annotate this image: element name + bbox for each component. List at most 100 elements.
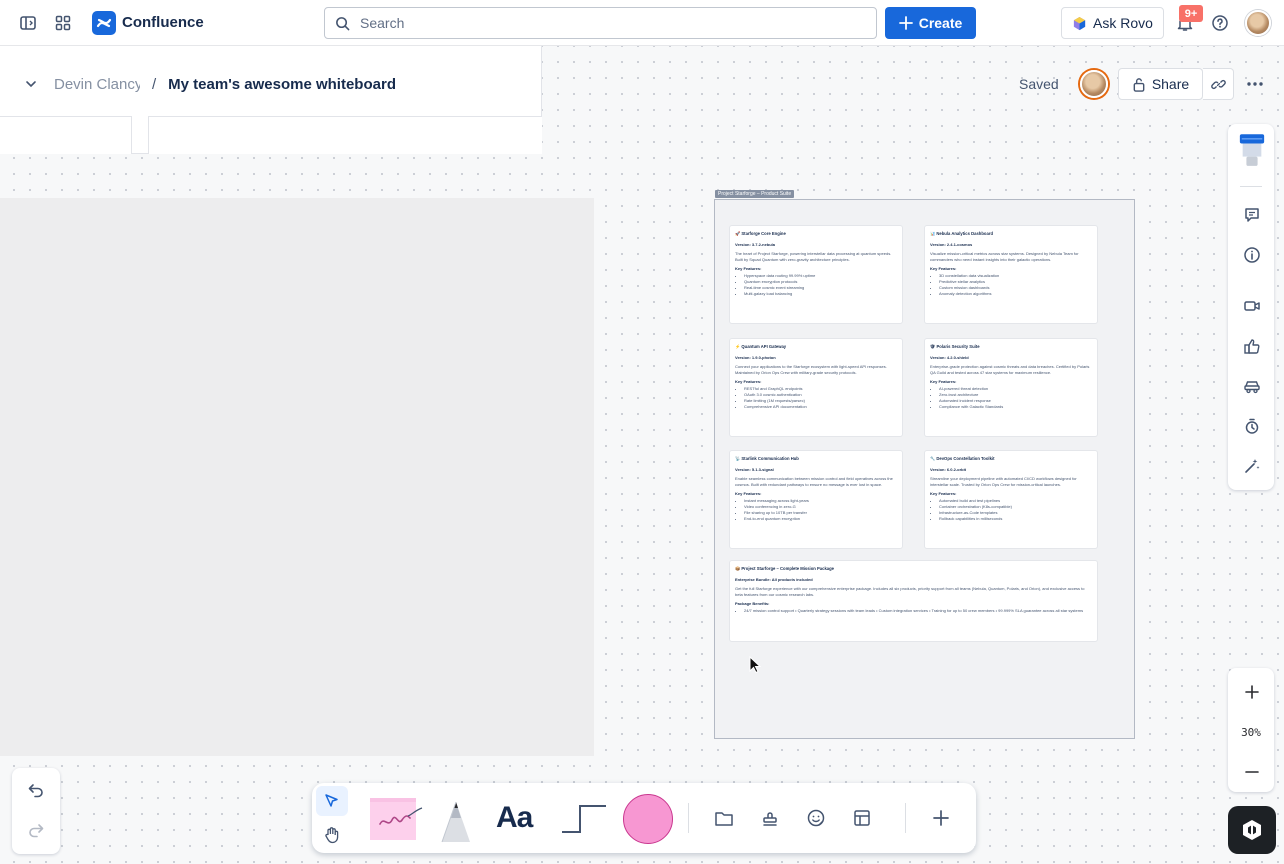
card-features-list: RESTful and GraphQL endpoints OAuth 3.0 … [735,386,897,410]
card-version: Version: 3.7.2-nebula [735,242,776,247]
ai-actions-button[interactable] [1238,452,1266,480]
chevron-down-icon[interactable] [24,77,38,91]
app-switcher-button[interactable] [48,8,78,38]
collaborator-avatar[interactable] [1080,70,1108,98]
list-item: Multi-galaxy load balancing [744,291,897,297]
list-item: 24/7 mission control support • Quarterly… [744,608,1092,614]
more-tools-button[interactable] [926,803,956,833]
frame-tool-button[interactable] [709,803,739,833]
card-title: 🚀 Starforge Core Engine [735,231,786,236]
frame-label[interactable]: Project Starforge – Product Suite [715,190,795,198]
lock-icon [1133,77,1145,92]
more-icon [1247,82,1263,86]
zoom-out-icon [1245,771,1259,773]
card-features-list: Automated build and test pipelines Conta… [930,498,1092,522]
zoom-out-button[interactable] [1238,758,1266,786]
pen-color-swatch[interactable] [1238,130,1266,172]
car-icon [1244,381,1260,394]
product-card[interactable]: 🔧 DevOps Constellation Toolkit Version: … [925,451,1097,548]
package-card[interactable]: 📦 Project Starforge – Complete Mission P… [730,561,1097,641]
connector-icon [562,805,606,833]
card-features-label: Key Features: [930,379,957,384]
sticker-tool-button[interactable] [801,803,831,833]
card-features-label: Key Features: [930,266,957,271]
select-tool-button[interactable] [316,786,348,816]
notification-count-badge: 9+ [1179,5,1203,22]
card-features-list: AI-powered threat detection Zero-trust a… [930,386,1092,410]
confluence-logo-icon[interactable] [92,11,116,35]
sticky-note-tool[interactable] [368,794,424,842]
ai-assistant-button[interactable] [1228,806,1276,854]
share-label: Share [1151,76,1190,92]
canvas-gray-shape[interactable] [0,198,594,756]
vote-button[interactable] [1238,332,1266,360]
search-icon [336,16,350,30]
breadcrumb-space-link[interactable]: Devin Clancy [54,76,140,93]
text-tool[interactable]: Aa [496,800,548,836]
undo-icon [28,784,43,798]
pen-tool[interactable] [432,796,480,844]
redo-icon [29,824,44,838]
list-item: Rollback capabilities in milliseconds [939,516,1092,522]
timer-icon [1245,418,1259,434]
saved-status: Saved [1019,76,1059,92]
search-placeholder: Search [360,15,405,31]
templates-button[interactable] [847,803,877,833]
card-description: Streamline your deployment pipeline with… [930,476,1077,487]
redo-button[interactable] [21,815,51,845]
marker-icon [1239,134,1265,166]
product-card[interactable]: ⚡ Quantum API Gateway Version: 1.9.0-pho… [730,339,902,436]
user-avatar[interactable] [1245,10,1271,36]
card-features-label: Key Features: [735,491,762,496]
toolbar-divider [905,803,906,833]
frame-icon [715,812,733,826]
list-item: Compliance with Galactic Standards [939,404,1092,410]
zoom-level-display[interactable]: 30% [1228,726,1274,739]
share-button[interactable]: Share [1118,68,1203,100]
ask-rovo-button[interactable]: Ask Rovo [1061,7,1164,39]
stamp-tool-button[interactable] [755,803,785,833]
shape-tool[interactable] [623,794,673,844]
sidebar-toggle-button[interactable] [13,8,43,38]
info-icon [1244,247,1260,263]
copy-link-button[interactable] [1203,68,1234,100]
info-button[interactable] [1238,241,1266,269]
sticker-icon [807,809,825,827]
list-item: End-to-end quantum encryption [744,516,897,522]
zoom-in-button[interactable] [1238,678,1266,706]
help-button[interactable] [1205,8,1235,38]
breadcrumb: Devin Clancy / My team's awesome whitebo… [24,73,396,95]
package-bundle: Enterprise Bundle: All products included [735,577,813,582]
rovo-icon [1073,16,1086,30]
page-title[interactable]: My team's awesome whiteboard [168,76,396,93]
card-description: The heart of Project Starforge, powering… [735,251,892,262]
create-button[interactable]: Create [885,7,976,39]
video-button[interactable] [1238,292,1266,320]
comments-button[interactable] [1238,201,1266,229]
product-card[interactable]: 🛡 Polaris Security Suite Version: 4.2.0-… [925,339,1097,436]
comment-icon [1245,208,1259,222]
stamp-icon [763,812,777,826]
mouse-cursor-icon [749,656,761,674]
search-input[interactable]: Search [324,7,877,39]
card-description: Enterprise-grade protection against cosm… [930,364,1090,375]
incognito-button[interactable] [1238,372,1266,400]
app-name[interactable]: Confluence [122,14,204,31]
card-version: Version: 6.0.2-orbit [930,467,967,472]
card-features-list: Instant messaging across light-years Vid… [735,498,897,522]
magic-wand-icon [1245,459,1260,473]
plus-icon [898,16,913,30]
product-card[interactable]: 📡 Starlink Communication Hub Version: 5.… [730,451,902,548]
more-actions-button[interactable] [1240,69,1270,99]
card-title: 🛡 Polaris Security Suite [930,344,980,349]
undo-button[interactable] [21,775,51,805]
header-divider-right [148,116,542,154]
timer-button[interactable] [1238,412,1266,440]
card-title: 📡 Starlink Communication Hub [735,456,799,461]
hand-tool-button[interactable] [316,820,348,850]
app-switcher-icon [55,15,71,31]
package-benefits-label: Package Benefits: [735,601,770,606]
product-card[interactable]: 🚀 Starforge Core Engine Version: 3.7.2-n… [730,226,902,323]
product-card[interactable]: 📊 Nebula Analytics Dashboard Version: 2.… [925,226,1097,323]
connector-tool[interactable] [560,802,610,836]
